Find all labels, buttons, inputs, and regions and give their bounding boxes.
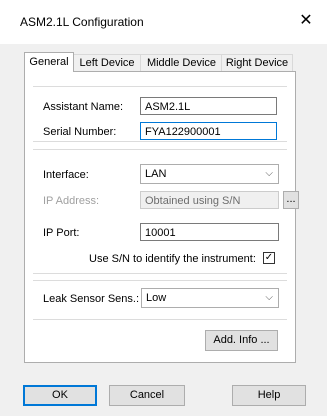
chevron-down-icon: ⌵	[265, 168, 273, 179]
ip-address-browse-button[interactable]: ...	[283, 191, 299, 209]
assistant-name-field[interactable]: ASM2.1L	[140, 97, 277, 115]
window-title: ASM2.1L Configuration	[20, 15, 144, 29]
chevron-down-icon: ⌵	[265, 292, 273, 303]
leak-sensor-select[interactable]: Low ⌵	[141, 288, 279, 308]
serial-number-field[interactable]: FYA122900001	[140, 122, 277, 140]
cancel-button[interactable]: Cancel	[109, 385, 185, 406]
help-button[interactable]: Help	[232, 385, 306, 406]
ip-port-field[interactable]: 10001	[140, 223, 279, 241]
leak-sensor-label: Leak Sensor Sens.:	[43, 293, 140, 305]
assistant-name-label: Assistant Name:	[43, 101, 124, 113]
ip-address-label: IP Address:	[43, 195, 100, 207]
interface-value: LAN	[145, 168, 167, 180]
tab-left-device[interactable]: Left Device	[72, 54, 142, 71]
ok-button[interactable]: OK	[23, 385, 97, 406]
serial-number-label: Serial Number:	[43, 126, 117, 138]
ip-port-label: IP Port:	[43, 227, 80, 239]
interface-select[interactable]: LAN ⌵	[140, 164, 279, 184]
interface-label: Interface:	[43, 169, 89, 181]
add-info-button[interactable]: Add. Info ...	[205, 330, 278, 351]
tab-middle-device[interactable]: Middle Device	[140, 54, 223, 71]
title-bar: ASM2.1L Configuration ✕	[0, 0, 327, 44]
use-sn-label: Use S/N to identify the instrument:	[89, 253, 256, 265]
ip-address-field[interactable]: Obtained using S/N	[140, 191, 279, 209]
tab-general[interactable]: General	[24, 52, 74, 72]
close-icon[interactable]: ✕	[297, 11, 315, 29]
leak-sensor-value: Low	[146, 292, 167, 304]
use-sn-checkbox[interactable]: ✓	[263, 252, 275, 264]
tab-right-device[interactable]: Right Device	[221, 54, 293, 71]
general-tab-panel: Assistant Name: ASM2.1L Serial Number: F…	[24, 71, 299, 363]
